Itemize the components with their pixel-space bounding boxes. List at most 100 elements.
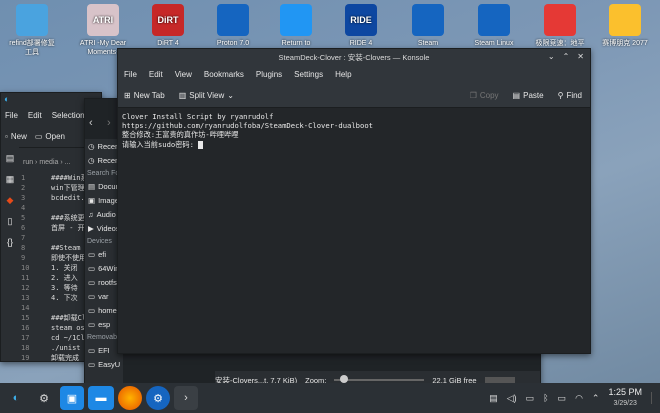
close-icon[interactable]: ✕ (577, 52, 584, 61)
document-icon: ▤ (88, 181, 96, 191)
system-settings-icon[interactable]: ⚙ (32, 386, 56, 410)
split-view-icon: ▥ (178, 90, 187, 100)
maximize-icon[interactable]: ⌃ (563, 52, 570, 61)
konsole-task-icon[interactable]: › (174, 386, 198, 410)
steam-icon (412, 4, 444, 36)
zoom-slider-handle[interactable] (340, 375, 349, 383)
editor-sidebar: ▤ ▦ ◆ ▯ {} (1, 147, 19, 361)
desktop-icon[interactable]: DiRT DiRT 4 (140, 4, 196, 48)
menu-edit[interactable]: Edit (149, 70, 163, 79)
app-icon: ◐ (4, 94, 10, 104)
file-manager-task-icon[interactable]: ▬ (88, 386, 114, 410)
terminal-output[interactable]: Clover Install Script by ryanrudolf http… (118, 108, 590, 346)
clock-time: 1:25 PM (608, 387, 642, 397)
removable-easyu[interactable]: ▭ EasyU (85, 357, 123, 371)
drive-icon: ▭ (88, 263, 96, 273)
desktop-icon-label: RIDE 4 (349, 40, 373, 47)
app-icon: DiRT (152, 4, 184, 36)
find-button[interactable]: ⚲ Find (558, 91, 582, 100)
desktop-icon-label: DiRT 4 (157, 40, 179, 47)
system-tray: ▤ ◁) ▭ ᛒ ▭ ◠ ⌃ 1:25 PM 3/29/23 (489, 387, 660, 409)
copy-icon: ❐ (469, 90, 477, 100)
recent-icon: ◷ (88, 141, 95, 151)
app-icon: RIDE (345, 4, 377, 36)
desktop-icon[interactable]: RIDE RIDE 4 (333, 4, 389, 48)
terminal-line: https://github.com/ryanrudolfoba/SteamDe… (122, 121, 373, 131)
desktop-icon[interactable]: refind部署修复 工具 (4, 4, 60, 57)
copy-button[interactable]: ❐ Copy (470, 91, 499, 100)
drive-icon: ▭ (88, 291, 96, 301)
paste-icon: ▤ (512, 90, 521, 100)
menu-help[interactable]: Help (335, 70, 351, 79)
storage-icon[interactable]: ▭ (558, 393, 567, 404)
clock-date: 3/29/23 (613, 400, 637, 407)
drive-icon: ▭ (88, 319, 96, 329)
firefox-icon[interactable] (118, 386, 142, 410)
git-icon[interactable]: ◆ (7, 195, 14, 206)
desktop-icon[interactable]: Steam (400, 4, 456, 48)
minimize-icon[interactable]: ⌄ (548, 52, 555, 61)
clipboard-icon[interactable]: ▤ (489, 393, 498, 404)
desktop-icon-label: Return to (281, 40, 311, 47)
usb-icon: ▭ (88, 359, 96, 369)
terminal-prompt-line: 请输入当前sudo密码: (122, 140, 586, 149)
clock[interactable]: 1:25 PM 3/29/23 (608, 387, 642, 409)
steam-icon (217, 4, 249, 36)
new-tab-icon: ⊞ (124, 90, 131, 100)
image-icon: ▣ (88, 195, 96, 205)
steam-icon[interactable]: ⚙ (146, 386, 170, 410)
breadcrumb[interactable]: run › media › ... (23, 159, 70, 166)
chevron-down-icon: ⌄ (227, 90, 234, 100)
new-tab-button[interactable]: ⊞ New Tab (124, 91, 165, 100)
discover-icon[interactable]: ▣ (60, 386, 84, 410)
new-button[interactable]: ▫ New (5, 132, 27, 141)
files-icon[interactable]: ▯ (8, 216, 13, 227)
menu-plugins[interactable]: Plugins (256, 70, 282, 79)
volume-icon[interactable]: ◁) (507, 393, 517, 404)
app-launcher-icon[interactable]: ◐ (4, 386, 28, 410)
desktop-icon-label: refind部署修复 工具 (9, 40, 55, 56)
open-icon: ▭ (34, 131, 43, 141)
symbols-icon[interactable]: {} (7, 237, 13, 247)
split-view-button[interactable]: ▥ Split View ⌄ (179, 91, 234, 100)
folder-icon (16, 4, 48, 36)
desktop-icon[interactable]: 极限竞速：地平 (532, 4, 588, 48)
desktop-icon[interactable]: 赛博朋克 2077 (597, 4, 653, 48)
desktop-icon-label: Steam (417, 40, 439, 47)
projects-icon[interactable]: ▦ (6, 174, 15, 185)
desktop-icon[interactable]: Steam Linux (466, 4, 522, 48)
menu-view[interactable]: View (175, 70, 192, 79)
desktop-icon[interactable]: Proton 7.0 (205, 4, 261, 48)
forward-icon[interactable]: › (107, 117, 111, 129)
menu-edit[interactable]: Edit (28, 111, 42, 120)
taskbar: ◐ ⚙ ▣ ▬ ⚙ › ▤ ◁) ▭ ᛒ ▭ ◠ ⌃ 1:25 PM 3/29/… (0, 383, 660, 413)
desktop-icon[interactable]: Return to (268, 4, 324, 48)
menu-settings[interactable]: Settings (294, 70, 323, 79)
menu-file[interactable]: File (5, 111, 18, 120)
open-button[interactable]: ▭ Open (35, 132, 65, 141)
text-cursor (198, 140, 204, 149)
back-icon[interactable]: ‹ (89, 117, 93, 129)
paste-button[interactable]: ▤ Paste (513, 91, 544, 100)
menu-selection[interactable]: Selection (52, 111, 85, 120)
usb-icon: ▭ (88, 345, 96, 355)
terminal-line: 整合修改:王富贵的真作坊-哔哩哔哩 (122, 130, 239, 140)
desktop-icon-label: 极限竞速：地平 (535, 40, 585, 47)
battery-icon[interactable]: ▭ (526, 393, 535, 404)
konsole-titlebar: SteamDeck-Clover : 安装-Clovers — Konsole … (118, 49, 590, 65)
steam-icon (478, 4, 510, 36)
app-icon: ATRI (87, 4, 119, 36)
documents-icon[interactable]: ▤ (6, 153, 15, 164)
search-icon: ⚲ (557, 90, 564, 100)
konsole-window[interactable]: SteamDeck-Clover : 安装-Clovers — Konsole … (117, 48, 591, 354)
bluetooth-icon[interactable]: ᛒ (543, 393, 548, 403)
wifi-icon[interactable]: ◠ (575, 393, 583, 404)
zoom-slider[interactable] (334, 375, 425, 383)
expand-tray-icon[interactable]: ⌃ (592, 393, 600, 404)
drive-icon: ▭ (88, 305, 96, 315)
konsole-menubar: File Edit View Bookmarks Plugins Setting… (118, 65, 590, 83)
konsole-toolbar: ⊞ New Tab ▥ Split View ⌄ ❐ Copy ▤ Paste ⚲ Find (118, 83, 590, 108)
menu-bookmarks[interactable]: Bookmarks (204, 70, 244, 79)
separator (651, 392, 652, 404)
menu-file[interactable]: File (124, 70, 137, 79)
